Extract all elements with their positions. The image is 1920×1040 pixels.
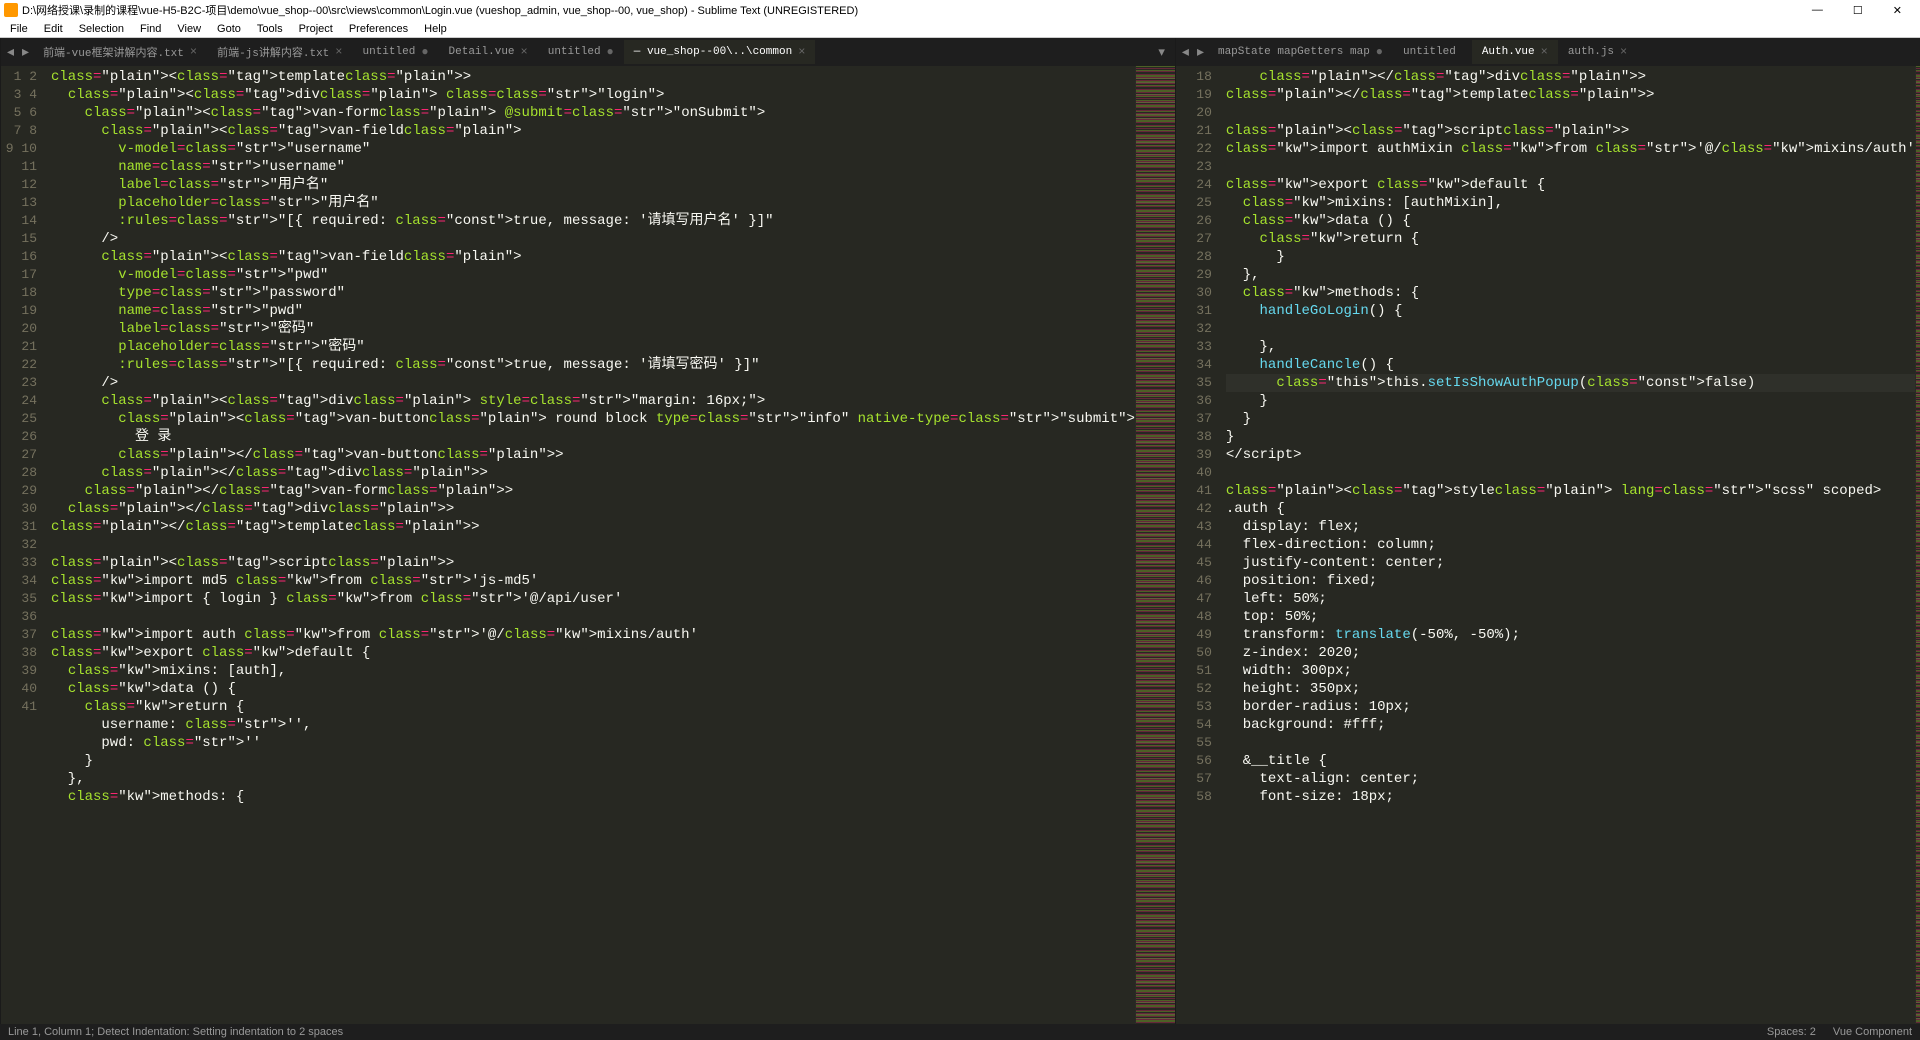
menu-goto[interactable]: Goto — [209, 23, 249, 35]
tab-label: 前端-vue框架讲解内容.txt — [43, 44, 184, 60]
tab-close-icon[interactable]: ● — [421, 45, 428, 59]
tab-label: untitled — [1403, 46, 1456, 58]
right-tabbar: ◂ ▸ mapState mapGetters map ● untitled Auth… — [1176, 38, 1920, 66]
left-gutter: 1 2 3 4 5 6 7 8 9 10 11 12 13 14 15 16 1… — [1, 66, 45, 1024]
menu-tools[interactable]: Tools — [249, 23, 291, 35]
menu-edit[interactable]: Edit — [36, 23, 71, 35]
right-gutter: 18 19 20 21 22 23 24 25 26 27 28 29 30 3… — [1176, 66, 1220, 1024]
status-right: Spaces: 2 Vue Component — [1753, 1026, 1912, 1038]
editor-split: ◂ ▸ 前端-vue框架讲解内容.txt × 前端-js讲解内容.txt × untit… — [0, 38, 1920, 1024]
status-spaces[interactable]: Spaces: 2 — [1767, 1026, 1816, 1038]
left-code-area[interactable]: 1 2 3 4 5 6 7 8 9 10 11 12 13 14 15 16 1… — [1, 66, 1175, 1024]
tab-close-icon[interactable]: × — [335, 45, 342, 59]
menu-project[interactable]: Project — [291, 23, 341, 35]
title-bar: D:\网络授课\录制的课程\vue-H5-B2C-项目\demo\vue_sho… — [0, 0, 1920, 20]
tab-label: — vue_shop--00\..\common — [634, 46, 792, 58]
tab-label: auth.js — [1568, 46, 1614, 58]
main-area: ↖ ▸mixins▸router▸store▸utils▾views▸addre… — [0, 38, 1920, 1024]
right-pane: ◂ ▸ mapState mapGetters map ● untitled Auth… — [1175, 38, 1920, 1024]
tab--vue-txt[interactable]: 前端-vue框架讲解内容.txt × — [33, 40, 207, 64]
tab-label: 前端-js讲解内容.txt — [217, 44, 329, 60]
tab-label: mapState mapGetters map — [1218, 46, 1370, 58]
tab-nav-fwd[interactable]: ▸ — [1193, 44, 1208, 61]
tab-nav-back[interactable]: ◂ — [1178, 44, 1193, 61]
tab-close-icon[interactable]: ● — [1376, 45, 1383, 59]
maximize-button[interactable]: ☐ — [1847, 4, 1869, 17]
menu-selection[interactable]: Selection — [71, 23, 132, 35]
tab-untitled[interactable]: untitled — [1393, 40, 1472, 64]
right-minimap[interactable] — [1915, 66, 1920, 1024]
status-language[interactable]: Vue Component — [1833, 1026, 1912, 1038]
right-code-area[interactable]: 18 19 20 21 22 23 24 25 26 27 28 29 30 3… — [1176, 66, 1920, 1024]
tab-nav-fwd[interactable]: ▸ — [18, 44, 33, 61]
tab-close-icon[interactable]: × — [521, 45, 528, 59]
left-pane: ◂ ▸ 前端-vue框架讲解内容.txt × 前端-js讲解内容.txt × untit… — [0, 38, 1175, 1024]
tab-label: untitled — [363, 46, 416, 58]
menu-help[interactable]: Help — [416, 23, 455, 35]
tab-label: Detail.vue — [449, 46, 515, 58]
tab-label: untitled — [548, 46, 601, 58]
menu-find[interactable]: Find — [132, 23, 169, 35]
menu-preferences[interactable]: Preferences — [341, 23, 416, 35]
menu-file[interactable]: File — [2, 23, 36, 35]
minimize-button[interactable]: — — [1806, 4, 1829, 17]
tab-detail-vue[interactable]: Detail.vue × — [439, 40, 538, 64]
tab--vue-shop-00-common[interactable]: — vue_shop--00\..\common × — [624, 40, 816, 64]
tab-close-icon[interactable]: × — [1541, 45, 1548, 59]
tab--js-txt[interactable]: 前端-js讲解内容.txt × — [207, 40, 352, 64]
menu-bar: FileEditSelectionFindViewGotoToolsProjec… — [0, 20, 1920, 38]
tab-close-icon[interactable]: × — [1620, 45, 1627, 59]
tab-auth-vue[interactable]: Auth.vue × — [1472, 40, 1558, 64]
app-icon — [4, 3, 18, 17]
tab-mapstate-mapgetters-map[interactable]: mapState mapGetters map ● — [1208, 40, 1393, 64]
tab-close-icon[interactable]: × — [190, 45, 197, 59]
status-bar: Line 1, Column 1; Detect Indentation: Se… — [0, 1024, 1920, 1040]
tab-untitled[interactable]: untitled ● — [353, 40, 439, 64]
left-tabbar: ◂ ▸ 前端-vue框架讲解内容.txt × 前端-js讲解内容.txt × untit… — [1, 38, 1175, 66]
tab-close-icon[interactable]: ● — [607, 45, 614, 59]
tab-overflow[interactable]: ▾ — [1150, 45, 1173, 60]
close-window-button[interactable]: ✕ — [1887, 4, 1908, 17]
tab-label: Auth.vue — [1482, 46, 1535, 58]
left-minimap[interactable] — [1135, 66, 1175, 1024]
tab-auth-js[interactable]: auth.js × — [1558, 40, 1637, 64]
menu-view[interactable]: View — [169, 23, 209, 35]
tab-untitled[interactable]: untitled ● — [538, 40, 624, 64]
title-text: D:\网络授课\录制的课程\vue-H5-B2C-项目\demo\vue_sho… — [22, 2, 858, 18]
right-code[interactable]: class="plain"></class="tag">divclass="pl… — [1220, 66, 1915, 1024]
tab-close-icon[interactable]: × — [798, 45, 805, 59]
tab-nav-back[interactable]: ◂ — [3, 44, 18, 61]
left-code[interactable]: class="plain"><class="tag">templateclass… — [45, 66, 1135, 1024]
window-controls: — ☐ ✕ — [1806, 4, 1916, 17]
status-left: Line 1, Column 1; Detect Indentation: Se… — [8, 1026, 1753, 1038]
